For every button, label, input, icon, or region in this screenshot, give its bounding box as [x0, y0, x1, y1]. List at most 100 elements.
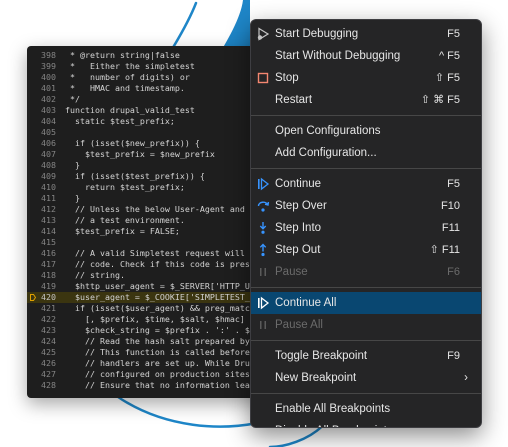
line-number: 411 [41, 193, 56, 203]
line-number: 415 [41, 237, 56, 247]
menu-item-label: Restart [275, 94, 313, 106]
line-text: } [65, 193, 80, 203]
line-text: // This function is called before set [65, 347, 270, 357]
submenu-chevron-icon: › [464, 372, 468, 384]
line-number: 404 [41, 116, 56, 126]
pause-icon [260, 321, 266, 329]
menu-item-enable-all-breakpoints[interactable]: Enable All Breakpoints [251, 398, 481, 420]
line-text: // Read the hash salt prepared by dru [65, 336, 270, 346]
line-text: if (isset($new_prefix)) { [65, 138, 200, 148]
menu-item-label: Stop [275, 72, 299, 84]
menu-item-continue-all[interactable]: Continue All [251, 292, 481, 314]
line-number: 398 [41, 50, 56, 60]
line-number: 423 [41, 325, 56, 335]
menu-item-restart[interactable]: Restart ⇧ ⌘ F5 [251, 89, 481, 111]
menu-item-label: Start Without Debugging [275, 50, 401, 62]
continue-icon [258, 177, 270, 191]
line-number: 413 [41, 215, 56, 225]
menu-item-new-breakpoint[interactable]: New Breakpoint › [251, 367, 481, 389]
line-text: * number of digits) or [65, 72, 190, 82]
debug-context-menu: Start Debugging F5 Start Without Debugging… [250, 19, 482, 428]
line-number: 402 [41, 94, 56, 104]
line-text: $test_prefix = FALSE; [65, 226, 180, 236]
line-text: // string. [65, 270, 125, 280]
menu-item-start-debugging[interactable]: Start Debugging F5 [251, 23, 481, 45]
menu-item-label: Open Configurations [275, 125, 381, 137]
line-text: $check_string = $prefix . ':' . $time [65, 325, 270, 335]
step-into-icon [259, 222, 267, 234]
menu-item-label: Step Into [275, 222, 322, 234]
menu-item-disable-all-breakpoints[interactable]: Disable All Breakpoints [251, 420, 481, 427]
menu-item-label: Disable All Breakpoints [275, 420, 393, 427]
line-number: 408 [41, 160, 56, 170]
menu-item-start-without-debugging[interactable]: Start Without Debugging ^ F5 [251, 45, 481, 67]
menu-item-pause-all: Pause All [251, 314, 481, 336]
line-number: 421 [41, 303, 56, 313]
line-number: 405 [41, 127, 56, 137]
line-number: 410 [41, 182, 56, 192]
line-text: // handlers are set up. While Drupal' [65, 358, 270, 368]
line-text: return $test_prefix; [65, 182, 185, 192]
line-number: 403 [41, 105, 56, 115]
menu-separator [251, 115, 481, 116]
line-text: * @return string|false [65, 50, 180, 60]
menu-item-shortcut: F5 [447, 28, 460, 40]
line-text: // Ensure that no information leaks o [65, 380, 270, 390]
line-text: if (isset($user_agent) && preg_match("/ [65, 303, 270, 313]
menu-item-toggle-breakpoint[interactable]: Toggle Breakpoint F9 [251, 345, 481, 367]
menu-item-open-configurations[interactable]: Open Configurations [251, 120, 481, 142]
line-text: $user_agent = $_COOKIE['SIMPLETEST_USER [65, 292, 270, 302]
menu-item-add-configuration[interactable]: Add Configuration... [251, 142, 481, 164]
step-over-icon [257, 201, 270, 212]
line-text: // A valid Simpletest request will cont [65, 248, 270, 258]
menu-item-stop[interactable]: Stop ⇧ F5 [251, 67, 481, 89]
menu-item-label: Add Configuration... [275, 147, 377, 159]
line-number: 428 [41, 380, 56, 390]
line-number: 409 [41, 171, 56, 181]
line-text: // Unless the below User-Agent and HMAC [65, 204, 270, 214]
line-text: // a test environment. [65, 215, 185, 225]
menu-item-step-over[interactable]: Step Over F10 [251, 195, 481, 217]
line-text: * Either the simpletest [65, 61, 195, 71]
menu-item-label: Continue All [275, 297, 337, 309]
line-number: 416 [41, 248, 56, 258]
menu-item-label: Pause All [275, 319, 323, 331]
menu-item-step-into[interactable]: Step Into F11 [251, 217, 481, 239]
menu-item-shortcut: ^ F5 [438, 50, 460, 62]
line-number: 422 [41, 314, 56, 324]
line-number: 424 [41, 336, 56, 346]
line-number: 420 [41, 292, 56, 302]
menu-item-label: Continue [275, 178, 322, 190]
menu-item-label: Start Debugging [275, 28, 359, 40]
menu-item-shortcut: F10 [441, 200, 460, 212]
menu-item-shortcut: F11 [441, 222, 460, 234]
menu-separator [251, 287, 481, 288]
menu-item-shortcut: ⇧ ⌘ F5 [420, 94, 460, 106]
line-text: if (isset($test_prefix)) { [65, 171, 205, 181]
menu-item-shortcut: ⇧ F11 [429, 244, 460, 256]
line-number: 412 [41, 204, 56, 214]
continue-icon [258, 296, 270, 310]
line-number: 417 [41, 259, 56, 269]
line-text: } [65, 160, 80, 170]
line-number: 426 [41, 358, 56, 368]
line-text: * HMAC and timestamp. [65, 83, 185, 93]
menu-item-label: Toggle Breakpoint [275, 350, 368, 362]
menu-item-continue[interactable]: Continue F5 [251, 173, 481, 195]
line-number: 406 [41, 138, 56, 148]
menu-separator [251, 340, 481, 341]
debug-start-icon [257, 27, 270, 41]
line-number: 400 [41, 72, 56, 82]
menu-item-label: Step Out [275, 244, 321, 256]
pause-icon [260, 268, 266, 276]
line-number: 401 [41, 83, 56, 93]
line-number: 407 [41, 149, 56, 159]
stop-icon [257, 72, 269, 84]
line-number: 399 [41, 61, 56, 71]
step-out-icon [259, 243, 267, 257]
line-text: [, $prefix, $time, $salt, $hmac] = $ma [65, 314, 275, 324]
menu-item-step-out[interactable]: Step Out ⇧ F11 [251, 239, 481, 261]
menu-item-label: New Breakpoint [275, 372, 357, 384]
line-text: // code. Check if this code is present [65, 259, 265, 269]
line-text: $test_prefix = $new_prefix [65, 149, 215, 159]
